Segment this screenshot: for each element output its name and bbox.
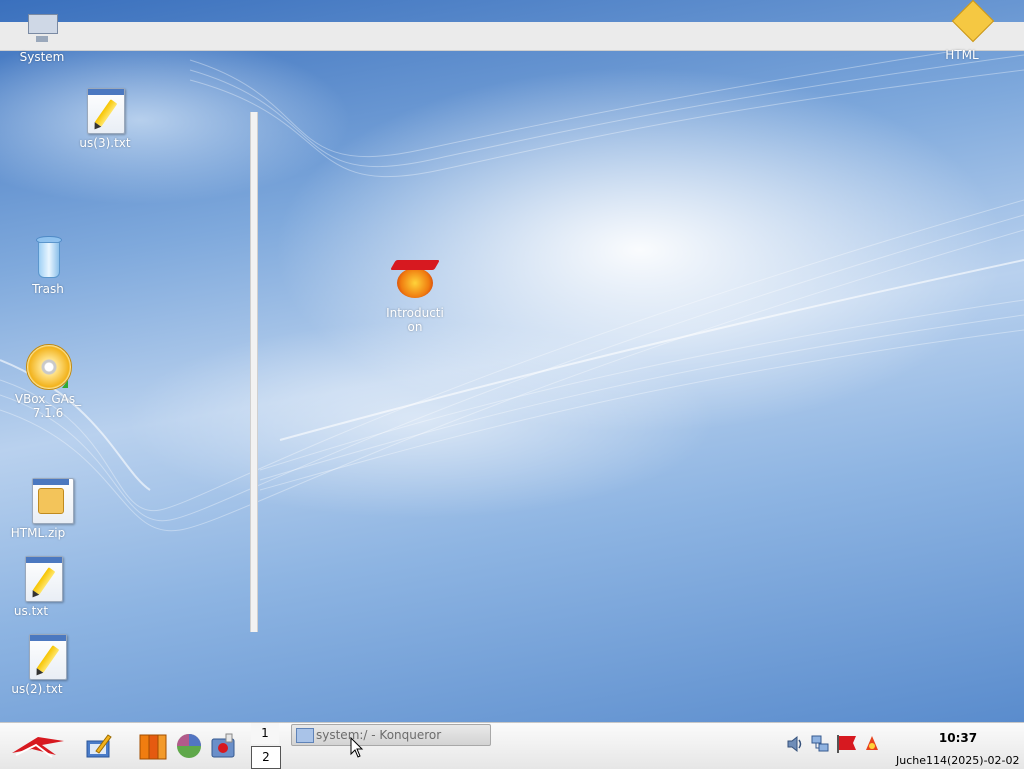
mouse-cursor-icon <box>350 737 364 758</box>
date: Juche114(2025)-02-02 <box>896 754 1020 767</box>
desktop-wallpaper <box>0 0 1024 722</box>
start-menu-icon[interactable] <box>8 731 68 761</box>
desktop-icon-html-folder[interactable]: HTML <box>922 0 1002 62</box>
desktop-icon-us2-txt[interactable]: us(2).txt <box>0 632 77 696</box>
network-icon[interactable] <box>810 734 830 754</box>
office-icon[interactable] <box>138 731 168 761</box>
desktop-pager: 1 2 <box>251 723 281 769</box>
desktop-icon-introduction[interactable]: Introducti on <box>375 256 455 334</box>
desktop-icon-us3-txt[interactable]: us(3).txt <box>65 86 145 150</box>
desktop-icon-label-line2: on <box>407 320 423 334</box>
clock[interactable]: 10:37 <box>930 731 986 745</box>
desktop-icon-label-line2: 7.1.6 <box>32 406 64 420</box>
text-file-icon <box>13 632 67 680</box>
task-konqueror[interactable]: system:/ - Konqueror <box>291 724 491 746</box>
desktop-icon-vbox-gas[interactable]: VBox_GAs_ 7.1.6 <box>8 342 88 420</box>
computer-icon <box>18 8 66 48</box>
konqueror-icon <box>296 728 314 743</box>
desktop-icon-label: Trash <box>32 282 64 296</box>
desktop-icon-label: HTML.zip <box>10 526 66 540</box>
desktop-icon-trash[interactable]: Trash <box>8 232 88 296</box>
desktop-icon-label: Introducti <box>386 306 444 320</box>
desktop-icon-label: us.txt <box>13 604 49 618</box>
notification-icon[interactable] <box>862 734 882 754</box>
pager-desktop-2[interactable]: 2 <box>251 746 281 769</box>
taskbar: 1 2 system:/ - Konqueror 10:37 Juche114(… <box>0 722 1024 769</box>
desktop-icon-label: VBox_GAs_ <box>14 392 82 406</box>
cdrom-icon <box>24 342 72 390</box>
text-file-icon <box>81 86 129 134</box>
flag-icon[interactable] <box>836 734 860 754</box>
desktop-icon-label: us(3).txt <box>79 136 131 150</box>
desktop-icon-label: System <box>19 50 65 64</box>
speaker-icon[interactable] <box>786 734 806 754</box>
trash-icon <box>24 232 72 280</box>
task-label: system:/ - Konqueror <box>316 728 442 742</box>
desktop-icon-us-txt[interactable]: us.txt <box>0 554 71 618</box>
wallpaper-swirls <box>0 39 1024 532</box>
desktop-icon-html-zip[interactable]: HTML.zip <box>0 476 78 540</box>
vertical-panel-bar[interactable] <box>250 112 258 632</box>
folder-icon <box>938 0 995 46</box>
desktop-icon-label: us(2).txt <box>11 682 63 696</box>
introduction-app-icon <box>390 256 440 304</box>
desktop-icon-label: HTML <box>945 48 979 62</box>
pager-desktop-1[interactable]: 1 <box>251 723 279 744</box>
browser-globe-icon[interactable] <box>174 731 204 761</box>
desktop-icon-system[interactable]: System <box>2 8 82 64</box>
text-file-icon <box>7 554 63 602</box>
editor-icon[interactable] <box>84 731 114 761</box>
top-panel-bar <box>0 22 1024 51</box>
settings-icon[interactable] <box>208 731 238 761</box>
zip-file-icon <box>14 476 74 524</box>
